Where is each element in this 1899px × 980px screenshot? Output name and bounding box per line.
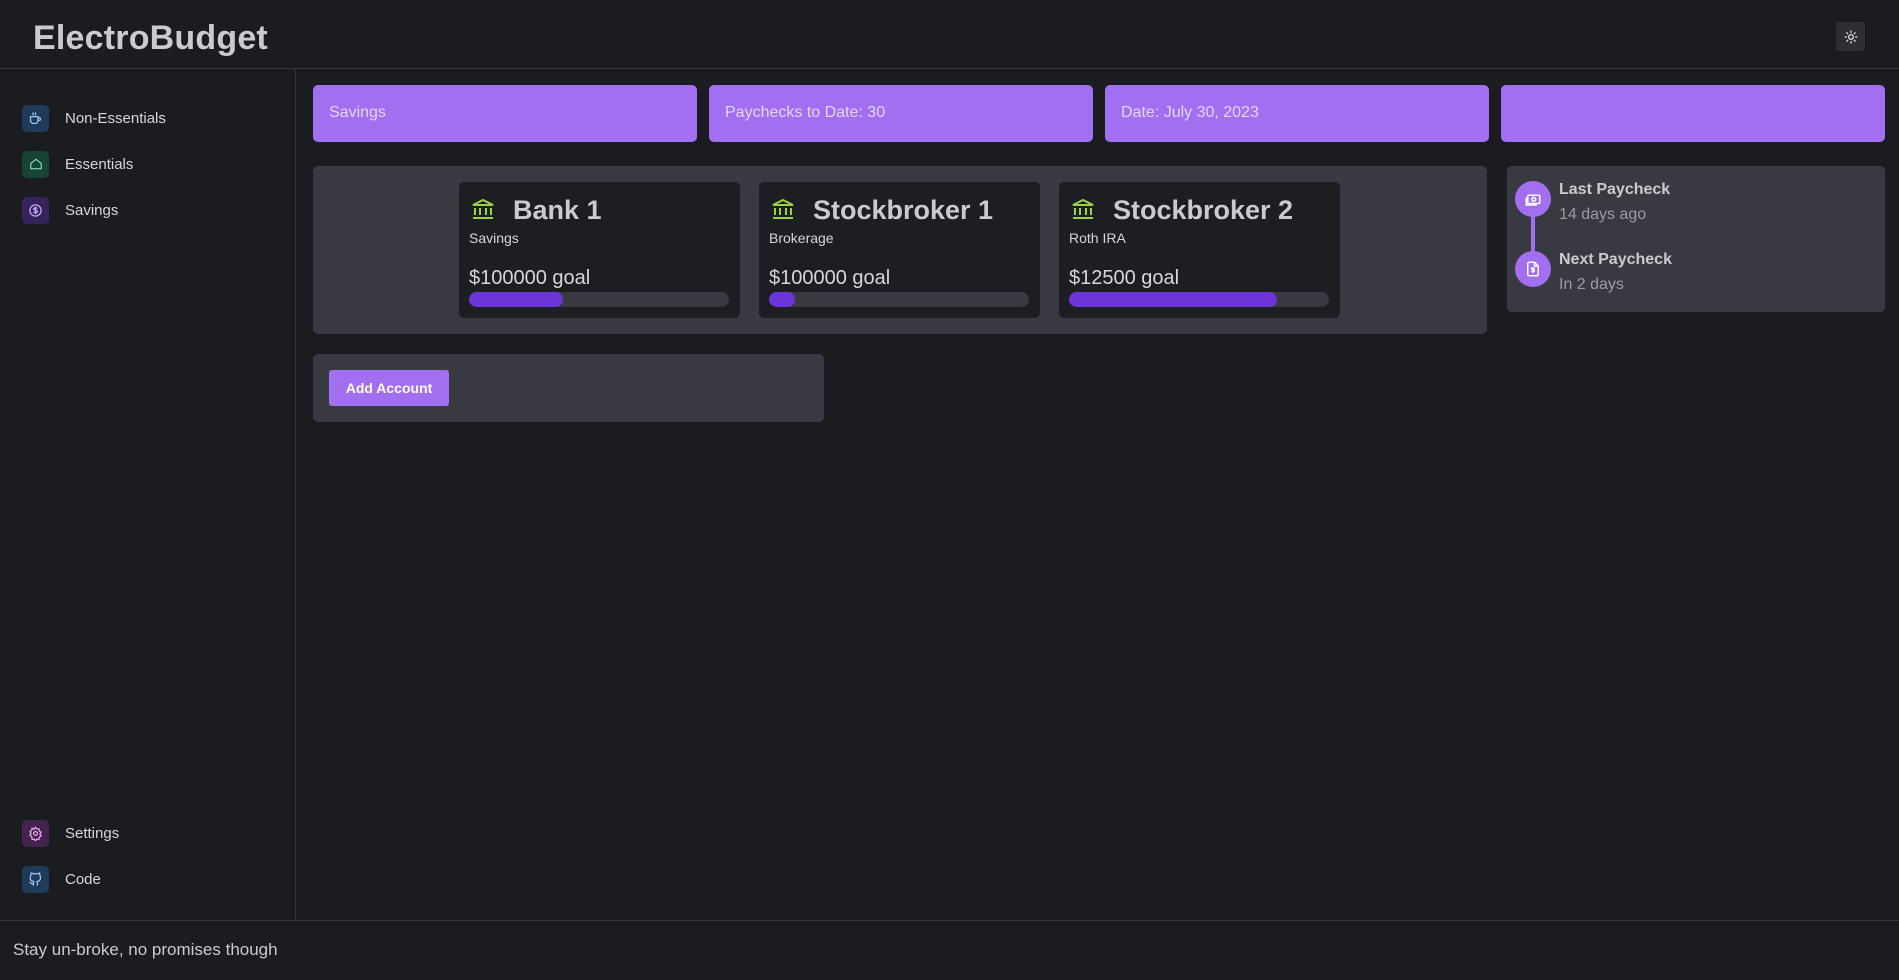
sidebar-item-label: Essentials bbox=[65, 155, 134, 173]
sidebar-item-label: Code bbox=[65, 870, 101, 888]
account-card-bank-1[interactable]: Bank 1 Savings $100000 goal bbox=[459, 182, 740, 318]
account-type: Brokerage bbox=[769, 230, 834, 246]
account-card-stockbroker-1[interactable]: Stockbroker 1 Brokerage $100000 goal bbox=[759, 182, 1040, 318]
sidebar-item-label: Savings bbox=[65, 201, 119, 219]
app-title: ElectroBudget bbox=[33, 19, 268, 57]
account-goal: $100000 goal bbox=[469, 267, 591, 289]
stat-date: Date: July 30, 2023 bbox=[1105, 85, 1489, 142]
account-type: Roth IRA bbox=[1069, 230, 1126, 246]
top-header: ElectroBudget bbox=[0, 0, 1899, 69]
coffee-cup-icon bbox=[22, 104, 49, 132]
sidebar-item-savings[interactable]: Savings bbox=[22, 196, 282, 224]
account-name: Stockbroker 2 bbox=[1113, 195, 1294, 225]
footer: Stay un-broke, no promises though bbox=[0, 920, 1899, 980]
account-name: Bank 1 bbox=[513, 195, 602, 225]
account-goal: $100000 goal bbox=[769, 267, 891, 289]
account-type: Savings bbox=[469, 230, 519, 246]
stat-paychecks-to-date: Paychecks to Date: 30 bbox=[709, 85, 1093, 142]
account-card-stockbroker-2[interactable]: Stockbroker 2 Roth IRA $12500 goal bbox=[1059, 182, 1340, 318]
last-paycheck-subtitle: 14 days ago bbox=[1559, 206, 1647, 223]
stat-savings: Savings bbox=[313, 85, 697, 142]
goal-progress-bar bbox=[769, 292, 1029, 307]
home-icon bbox=[22, 150, 49, 178]
bank-icon bbox=[472, 198, 494, 219]
dollar-circle-icon bbox=[22, 196, 49, 224]
stat-empty bbox=[1501, 85, 1885, 142]
sidebar-item-non-essentials[interactable]: Non-Essentials bbox=[22, 104, 282, 132]
next-paycheck-subtitle: In 2 days bbox=[1559, 276, 1624, 293]
add-account-button[interactable]: Add Account bbox=[329, 370, 449, 406]
account-goal: $12500 goal bbox=[1069, 267, 1180, 289]
next-paycheck-title: Next Paycheck bbox=[1559, 251, 1672, 268]
gear-icon bbox=[22, 819, 49, 847]
sidebar: Non-Essentials Essentials Savings Settin… bbox=[0, 69, 296, 920]
invoice-dollar-icon bbox=[1515, 251, 1551, 287]
sidebar-item-essentials[interactable]: Essentials bbox=[22, 150, 282, 178]
cash-icon bbox=[1515, 181, 1551, 217]
goal-progress-bar bbox=[1069, 292, 1329, 307]
sidebar-item-code[interactable]: Code bbox=[22, 865, 282, 893]
last-paycheck-title: Last Paycheck bbox=[1559, 181, 1671, 198]
github-icon bbox=[22, 865, 49, 893]
bank-icon bbox=[1072, 198, 1094, 219]
goal-progress-bar bbox=[469, 292, 729, 307]
sun-icon bbox=[1844, 30, 1857, 43]
footer-tagline: Stay un-broke, no promises though bbox=[13, 940, 278, 959]
bank-icon bbox=[772, 198, 794, 219]
sidebar-item-label: Non-Essentials bbox=[65, 109, 166, 127]
sidebar-item-settings[interactable]: Settings bbox=[22, 819, 282, 847]
theme-toggle-button[interactable] bbox=[1836, 22, 1865, 51]
sidebar-item-label: Settings bbox=[65, 824, 120, 842]
account-name: Stockbroker 1 bbox=[813, 195, 994, 225]
